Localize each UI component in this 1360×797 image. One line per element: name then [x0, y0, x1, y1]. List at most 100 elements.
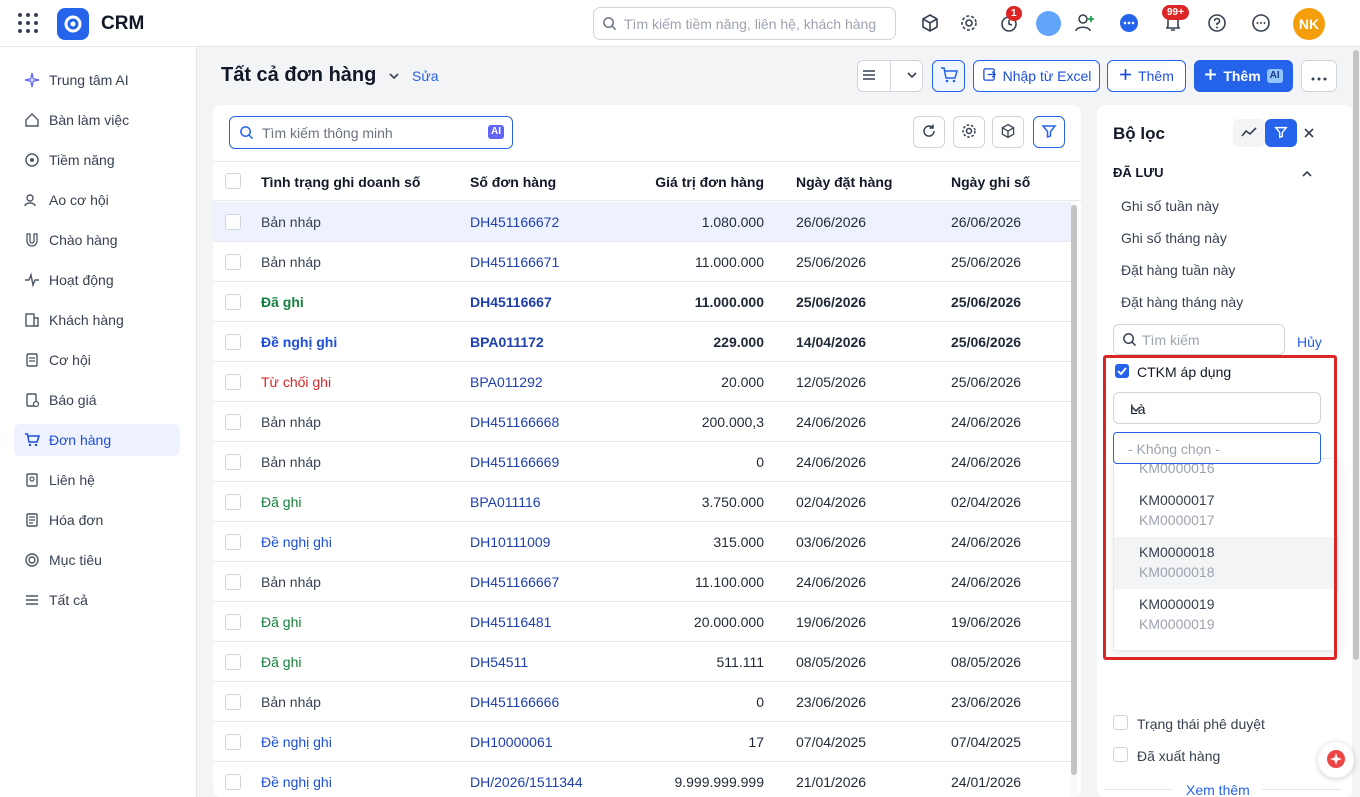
sidebar-item-sparkle[interactable]: Trung tâm AI — [14, 64, 180, 96]
filter-mode-button[interactable] — [1265, 119, 1297, 147]
table-row[interactable]: Bản nháp DH451166667 11.100.000 24/06/2026 2… — [213, 562, 1073, 602]
edit-view-link[interactable]: Sửa — [412, 68, 439, 84]
filter-search[interactable] — [1113, 324, 1285, 355]
row-checkbox[interactable] — [225, 294, 241, 310]
sidebar-item-cart[interactable]: Đơn hàng — [14, 424, 180, 456]
add-ai-button[interactable]: Thêm AI — [1194, 60, 1293, 92]
row-checkbox[interactable] — [225, 694, 241, 710]
order-number-link[interactable]: DH451166671 — [470, 254, 559, 270]
ctkm-option[interactable]: KM0000017 KM0000017 — [1114, 485, 1338, 537]
user-avatar-icon[interactable] — [1036, 11, 1061, 36]
sidebar-item-target[interactable]: Tiềm năng — [14, 144, 180, 176]
row-checkbox[interactable] — [225, 374, 241, 390]
row-checkbox[interactable] — [225, 214, 241, 230]
table-row[interactable]: Bản nháp DH451166672 1.080.000 26/06/2026 26… — [213, 202, 1073, 242]
saved-filter-item[interactable]: Đặt hàng tháng này — [1121, 294, 1243, 310]
refresh-button[interactable] — [913, 116, 945, 148]
filter-toggle-button[interactable] — [1033, 116, 1065, 148]
row-checkbox[interactable] — [225, 414, 241, 430]
column-header-order-number[interactable]: Số đơn hàng — [470, 174, 556, 190]
view-mode-button[interactable] — [857, 60, 923, 92]
chart-toggle-button[interactable] — [1233, 119, 1265, 147]
sidebar-item-contact[interactable]: Liên hệ — [14, 464, 180, 496]
sidebar-item-magnet[interactable]: Chào hàng — [14, 224, 180, 256]
table-row[interactable]: Đề nghị ghi DH/2026/1511344 9.999.999.999 2… — [213, 762, 1073, 797]
more-actions-button[interactable] — [1301, 60, 1337, 92]
row-checkbox[interactable] — [225, 534, 241, 550]
saved-filter-item[interactable]: Ghi số tuần này — [1121, 198, 1219, 214]
table-scrollbar[interactable] — [1071, 205, 1077, 775]
sidebar-item-users[interactable]: Ao cơ hội — [14, 184, 180, 216]
close-filter-button[interactable] — [1297, 119, 1321, 147]
package-icon[interactable] — [918, 11, 942, 35]
sidebar-item-building[interactable]: Khách hàng — [14, 304, 180, 336]
package-button[interactable] — [992, 116, 1024, 148]
cart-view-button[interactable] — [932, 60, 965, 92]
more-options-icon[interactable] — [1249, 11, 1273, 35]
operator-select[interactable]: Là — [1113, 392, 1321, 424]
ctkm-option[interactable]: KM0000019 KM0000019 — [1114, 589, 1338, 641]
order-number-link[interactable]: DH10111009 — [470, 534, 550, 550]
order-number-link[interactable]: BPA011292 — [470, 374, 543, 390]
table-row[interactable]: Đã ghi DH45116667 11.000.000 25/06/2026 25/0… — [213, 282, 1073, 322]
order-number-link[interactable]: BPA011172 — [470, 334, 544, 350]
see-more-link[interactable]: Xem thêm — [1186, 782, 1250, 797]
sidebar-item-quote[interactable]: Báo giá — [14, 384, 180, 416]
order-number-link[interactable]: DH451166669 — [470, 454, 559, 470]
global-search-input[interactable] — [624, 14, 884, 34]
order-number-link[interactable]: DH/2026/1511344 — [470, 774, 583, 790]
smart-search-input[interactable] — [262, 124, 482, 142]
page-scrollbar[interactable] — [1353, 50, 1359, 660]
saved-filter-item[interactable]: Đặt hàng tuần này — [1121, 262, 1235, 278]
ctkm-value-input[interactable]: - Không chọn - — [1113, 432, 1321, 464]
column-header-status[interactable]: Tình trạng ghi doanh số — [261, 174, 420, 190]
gear-icon[interactable] — [957, 11, 981, 35]
column-header-order-date[interactable]: Ngày đặt hàng — [796, 174, 892, 190]
row-checkbox[interactable] — [225, 654, 241, 670]
sidebar-item-menu[interactable]: Tất cả — [14, 584, 180, 616]
add-button[interactable]: Thêm — [1107, 60, 1186, 92]
table-row[interactable]: Đã ghi DH45116481 20.000.000 19/06/2026 19/0… — [213, 602, 1073, 642]
table-row[interactable]: Đã ghi DH54511 511.111 08/05/2026 08/05/2026 — [213, 642, 1073, 682]
order-number-link[interactable]: DH451166672 — [470, 214, 559, 230]
order-number-link[interactable]: DH54511 — [470, 654, 528, 670]
row-checkbox[interactable] — [225, 454, 241, 470]
chevron-up-icon[interactable] — [1301, 167, 1313, 183]
global-search[interactable] — [593, 7, 896, 40]
sidebar-item-invoice[interactable]: Hóa đơn — [14, 504, 180, 536]
smart-search[interactable]: AI — [229, 116, 513, 149]
app-launcher-icon[interactable] — [18, 13, 38, 33]
crm-logo-icon[interactable] — [57, 8, 89, 40]
order-number-link[interactable]: BPA011116 — [470, 494, 541, 510]
order-number-link[interactable]: DH45116667 — [470, 294, 552, 310]
order-number-link[interactable]: DH45116481 — [470, 614, 551, 630]
table-row[interactable]: Đề nghị ghi BPA011172 229.000 14/04/2026 25/… — [213, 322, 1073, 362]
table-row[interactable]: Bản nháp DH451166669 0 24/06/2026 24/06/2026 — [213, 442, 1073, 482]
sidebar-item-activity[interactable]: Hoạt động — [14, 264, 180, 296]
ctkm-checkbox[interactable] — [1115, 364, 1129, 378]
assistant-fab[interactable] — [1318, 742, 1354, 778]
row-checkbox[interactable] — [225, 734, 241, 750]
chevron-down-icon[interactable] — [388, 69, 400, 85]
order-number-link[interactable]: DH10000061 — [470, 734, 553, 750]
exported-checkbox[interactable] — [1113, 747, 1128, 762]
help-icon[interactable] — [1205, 11, 1229, 35]
select-all-checkbox[interactable] — [225, 173, 241, 189]
order-number-link[interactable]: DH451166666 — [470, 694, 559, 710]
table-row[interactable]: Bản nháp DH451166668 200.000,3 24/06/2026 24… — [213, 402, 1073, 442]
row-checkbox[interactable] — [225, 574, 241, 590]
approval-status-checkbox[interactable] — [1113, 715, 1128, 730]
table-row[interactable]: Đề nghị ghi DH10111009 315.000 03/06/2026 24… — [213, 522, 1073, 562]
filter-search-input[interactable] — [1142, 331, 1272, 349]
row-checkbox[interactable] — [225, 334, 241, 350]
table-settings-button[interactable] — [953, 116, 985, 148]
order-number-link[interactable]: DH451166667 — [470, 574, 559, 590]
table-row[interactable]: Từ chối ghi BPA011292 20.000 12/05/2026 25/0… — [213, 362, 1073, 402]
table-row[interactable]: Bản nháp DH451166671 11.000.000 25/06/2026 2… — [213, 242, 1073, 282]
cancel-filter-link[interactable]: Hủy — [1297, 334, 1322, 350]
row-checkbox[interactable] — [225, 614, 241, 630]
saved-filter-item[interactable]: Ghi số tháng này — [1121, 230, 1227, 246]
chat-icon[interactable] — [1117, 11, 1141, 35]
ctkm-option[interactable]: KM0000018 KM0000018 — [1114, 537, 1338, 589]
sidebar-item-goal[interactable]: Mục tiêu — [14, 544, 180, 576]
